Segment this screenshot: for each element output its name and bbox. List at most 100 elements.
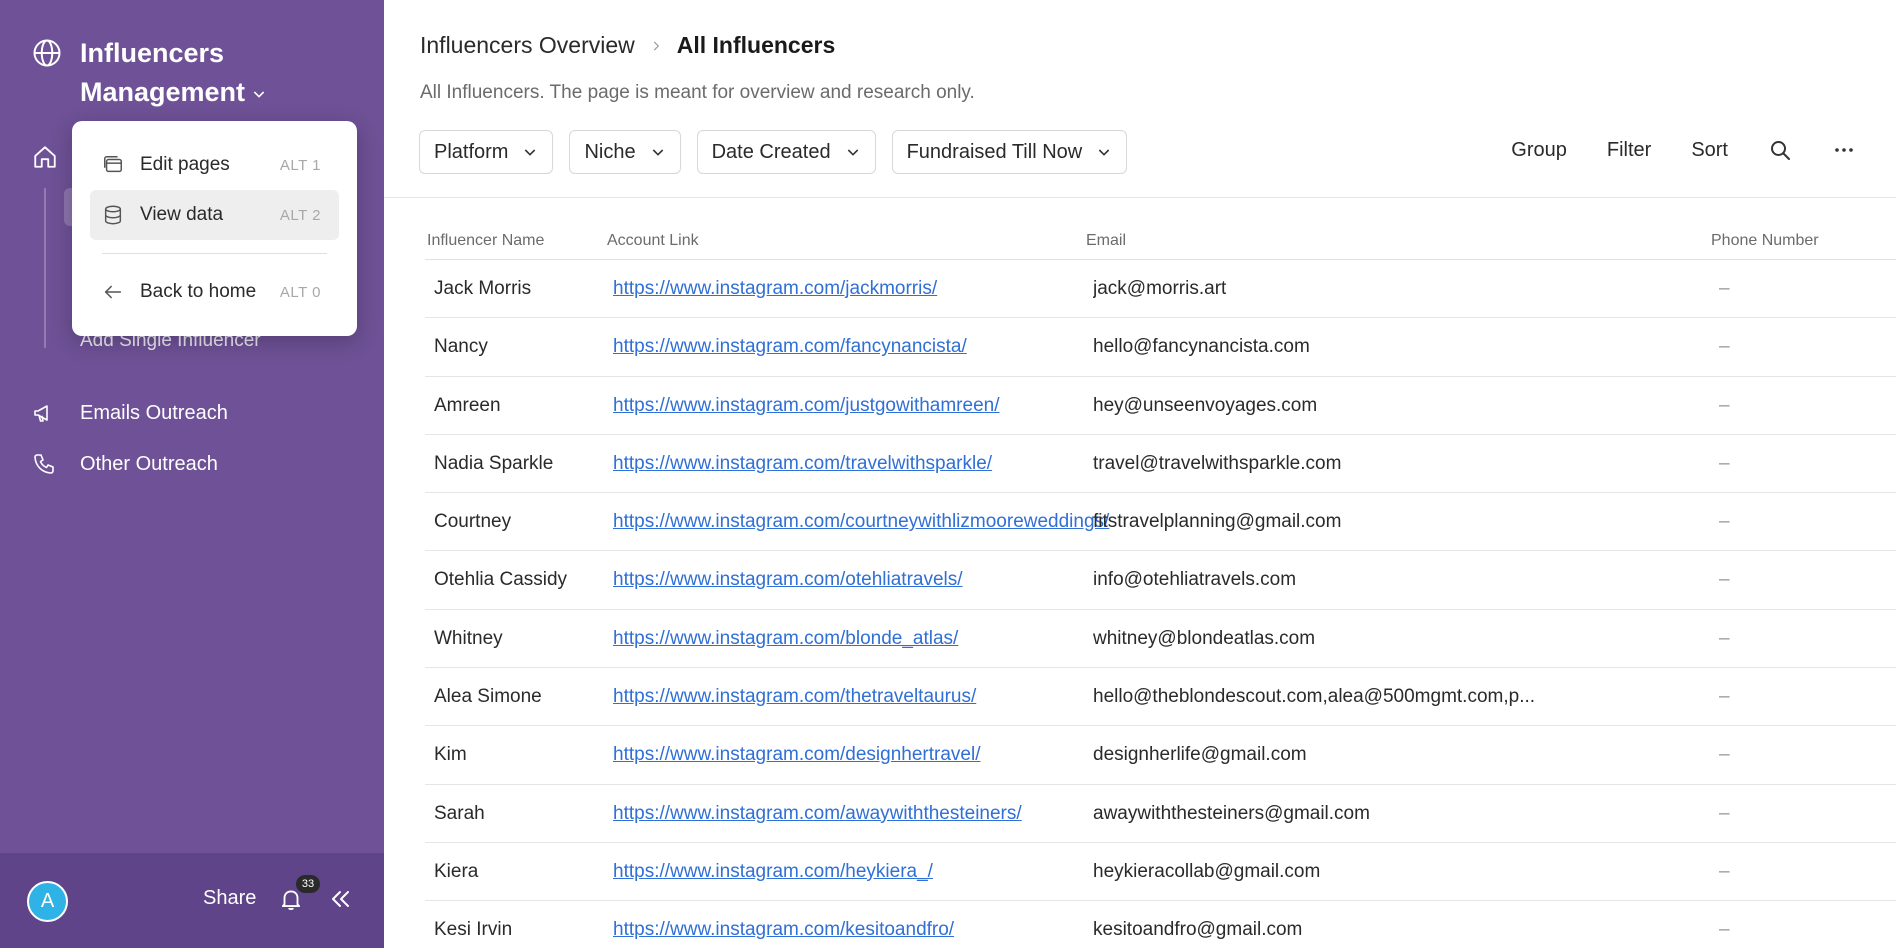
table-row[interactable]: Jack Morris https://www.instagram.com/jac…	[425, 260, 1896, 319]
sidebar-item-label: Other Outreach	[80, 452, 218, 475]
nav-tree-line	[44, 188, 46, 348]
cell-name: Sarah	[434, 802, 485, 824]
cell-email: fitstravelplanning@gmail.com	[1093, 511, 1342, 533]
filter-platform[interactable]: Platform	[419, 130, 554, 174]
cell-name: Kiera	[434, 860, 479, 882]
table-row[interactable]: Nancy https://www.instagram.com/fancynanc…	[425, 318, 1896, 377]
column-header-account-link[interactable]: Account Link	[607, 232, 699, 250]
column-header-email[interactable]: Email	[1086, 232, 1126, 250]
menu-item-label: Edit pages	[140, 154, 230, 175]
arrow-left-icon	[104, 285, 122, 299]
cell-account-link[interactable]: https://www.instagram.com/travelwithspar…	[613, 453, 992, 475]
table-row[interactable]: Alea Simone https://www.instagram.com/the…	[425, 668, 1896, 727]
filter-label: Platform	[434, 140, 509, 163]
filter-label: Date Created	[711, 140, 831, 163]
cell-account-link[interactable]: https://www.instagram.com/heykiera_/	[613, 861, 933, 883]
avatar[interactable]: A	[27, 881, 68, 922]
cell-phone: –	[1719, 394, 1730, 416]
cell-name: Jack Morris	[434, 278, 532, 299]
menu-item-back-to-home[interactable]: Back to home ALT 0	[90, 267, 339, 317]
cell-email: hello@theblondescout.com,alea@500mgmt.co…	[1093, 686, 1536, 708]
filter-bar: Platform Niche Date Created Fundraised T…	[419, 130, 1128, 174]
table-row[interactable]: Kesi Irvin https://www.instagram.com/kesi…	[425, 901, 1896, 948]
cell-email: travel@travelwithsparkle.com	[1093, 452, 1342, 474]
menu-item-shortcut: ALT 2	[279, 206, 321, 224]
cell-account-link[interactable]: https://www.instagram.com/otehliatravels…	[613, 569, 963, 591]
cell-account-link[interactable]: https://www.instagram.com/justgowithamre…	[613, 395, 1000, 417]
cell-email: heykieracollab@gmail.com	[1093, 860, 1321, 882]
cell-account-link[interactable]: https://www.instagram.com/awaywiththeste…	[613, 803, 1022, 825]
table-row[interactable]: Kiera https://www.instagram.com/heykiera_…	[425, 843, 1896, 902]
cell-name: Courtney	[434, 511, 512, 533]
sort-button[interactable]: Sort	[1691, 139, 1728, 162]
share-button[interactable]: Share	[203, 887, 256, 910]
table-row[interactable]: Whitney https://www.instagram.com/blonde_…	[425, 610, 1896, 669]
cell-email: hey@unseenvoyages.com	[1093, 394, 1318, 416]
menu-item-shortcut: ALT 1	[279, 156, 321, 174]
cell-name: Kim	[434, 744, 467, 766]
table-row[interactable]: Sarah https://www.instagram.com/awaywitht…	[425, 785, 1896, 843]
cell-account-link[interactable]: https://www.instagram.com/thetraveltauru…	[613, 686, 976, 708]
sidebar-item-emails-outreach[interactable]: Emails Outreach	[32, 401, 228, 425]
database-icon	[104, 205, 122, 225]
table-row[interactable]: Courtney https://www.instagram.com/courtn…	[425, 493, 1896, 552]
filter-fundraised-till-now[interactable]: Fundraised Till Now	[891, 130, 1128, 174]
menu-item-shortcut: ALT 0	[279, 283, 321, 301]
cell-account-link[interactable]: https://www.instagram.com/kesitoandfro/	[613, 919, 954, 941]
menu-item-label: View data	[140, 204, 224, 225]
column-header-phone-number[interactable]: Phone Number	[1711, 232, 1819, 250]
header-divider	[384, 197, 1896, 198]
cell-email: whitney@blondeatlas.com	[1093, 627, 1316, 649]
cell-email: info@otehliatravels.com	[1093, 569, 1297, 591]
cell-name: Whitney	[434, 627, 503, 649]
group-button[interactable]: Group	[1511, 139, 1567, 162]
filter-date-created[interactable]: Date Created	[696, 130, 876, 174]
cell-phone: –	[1719, 452, 1730, 474]
sidebar-item-label: Emails Outreach	[80, 401, 228, 424]
filter-label: Fundraised Till Now	[906, 140, 1083, 163]
cell-phone: –	[1719, 278, 1730, 299]
cell-phone: –	[1719, 860, 1730, 882]
cell-email: designherlife@gmail.com	[1093, 744, 1307, 766]
cell-name: Nadia Sparkle	[434, 452, 554, 474]
cell-account-link[interactable]: https://www.instagram.com/designhertrave…	[613, 744, 981, 766]
cell-name: Otehlia Cassidy	[434, 569, 568, 591]
table-row[interactable]: Kim https://www.instagram.com/designhertr…	[425, 726, 1896, 785]
filter-button[interactable]: Filter	[1607, 139, 1651, 162]
app-title-line2: Management	[80, 77, 246, 107]
cell-phone: –	[1719, 744, 1730, 766]
table-row[interactable]: Nadia Sparkle https://www.instagram.com/t…	[425, 435, 1896, 494]
main-content: Influencers Overview All Influencers All…	[384, 0, 1896, 948]
sidebar-item-other-outreach[interactable]: Other Outreach	[32, 452, 218, 476]
cell-account-link[interactable]: https://www.instagram.com/courtneywithli…	[613, 511, 1109, 533]
chevron-down-icon	[525, 149, 536, 156]
search-icon[interactable]	[1768, 138, 1792, 162]
influencers-table: Influencer Name Account Link Email Phone…	[425, 226, 1896, 948]
cell-account-link[interactable]: https://www.instagram.com/fancynancista/	[613, 336, 967, 358]
view-toolbar: Group Filter Sort	[1471, 138, 1856, 162]
menu-item-view-data[interactable]: View data ALT 2	[90, 190, 339, 240]
chevron-down-icon[interactable]	[251, 86, 267, 102]
table-header: Influencer Name Account Link Email Phone…	[425, 226, 1896, 260]
chevron-down-icon	[652, 149, 663, 156]
table-row[interactable]: Otehlia Cassidy https://www.instagram.com…	[425, 551, 1896, 610]
app-title[interactable]: Influencers Management	[80, 34, 320, 112]
cell-phone: –	[1719, 569, 1730, 591]
home-icon[interactable]	[32, 144, 58, 170]
cell-phone: –	[1719, 802, 1730, 824]
column-header-influencer-name[interactable]: Influencer Name	[427, 232, 544, 250]
chevron-down-icon	[847, 149, 858, 156]
breadcrumb-parent[interactable]: Influencers Overview	[420, 32, 635, 59]
cell-phone: –	[1719, 919, 1730, 941]
filter-niche[interactable]: Niche	[569, 130, 681, 174]
globe-icon	[33, 39, 61, 67]
cell-account-link[interactable]: https://www.instagram.com/jackmorris/	[613, 278, 937, 300]
app-brand[interactable]: Influencers Management	[32, 34, 265, 107]
menu-item-edit-pages[interactable]: Edit pages ALT 1	[90, 140, 339, 190]
cell-account-link[interactable]: https://www.instagram.com/blonde_atlas/	[613, 628, 958, 650]
collapse-sidebar-icon[interactable]	[328, 887, 352, 911]
cell-phone: –	[1719, 511, 1730, 533]
more-options-icon[interactable]	[1832, 138, 1856, 162]
table-row[interactable]: Amreen https://www.instagram.com/justgowi…	[425, 377, 1896, 435]
cell-name: Nancy	[434, 336, 488, 358]
